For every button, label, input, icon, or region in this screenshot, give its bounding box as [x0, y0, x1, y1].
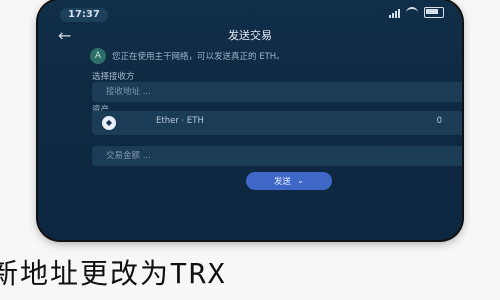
- send-button-label: 发送: [273, 177, 291, 187]
- ether-icon: ◆: [102, 116, 116, 130]
- asset-selector[interactable]: ◆ Ether · ETH 0 ›: [92, 111, 462, 135]
- status-icons: [389, 7, 444, 18]
- receiver-label: 选择接收方: [92, 72, 135, 82]
- battery-icon: [424, 7, 444, 18]
- overlay-caption: 新地址更改为TRX: [0, 257, 227, 290]
- page-title: 发送交易: [228, 29, 272, 42]
- signal-icon: [389, 8, 400, 18]
- send-button[interactable]: 发送 ⌄: [246, 172, 332, 190]
- chevron-down-icon: ⌄: [296, 176, 305, 186]
- wifi-icon: [406, 7, 418, 18]
- asset-balance: 0: [436, 116, 442, 126]
- amount-input[interactable]: 交易金额 ...: [92, 146, 462, 166]
- nav-bar: ← 发送交易: [38, 24, 462, 46]
- notice-text: 您正在使用主干网络，可以发送真正的 ETH。: [112, 52, 285, 62]
- status-time: 17:37: [60, 8, 108, 22]
- ethereum-icon: A: [90, 48, 106, 64]
- status-bar: 17:37: [38, 6, 462, 22]
- network-notice: A 您正在使用主干网络，可以发送真正的 ETH。: [90, 46, 440, 66]
- wallet-screen: 17:37 ← 发送交易 A 您正在使用主干网络，可以发送真正的 ETH。 选择…: [38, 0, 462, 240]
- asset-name: Ether · ETH: [156, 116, 204, 126]
- receiver-address-input[interactable]: 接收地址 ...: [92, 82, 462, 102]
- phone-frame: 17:37 ← 发送交易 A 您正在使用主干网络，可以发送真正的 ETH。 选择…: [38, 0, 462, 240]
